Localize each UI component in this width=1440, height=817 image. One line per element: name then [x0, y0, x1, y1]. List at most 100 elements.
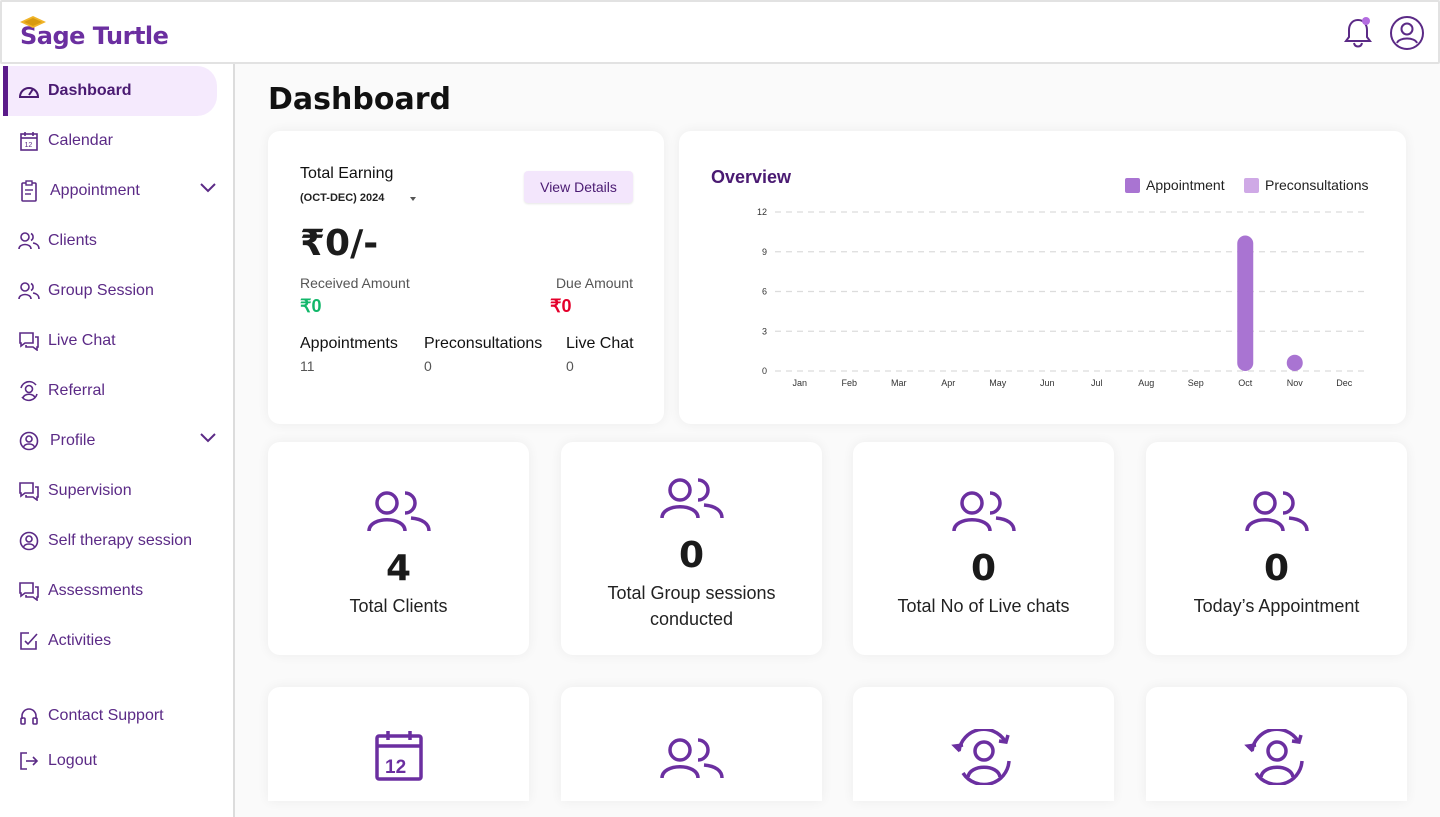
appointments-value: 11: [300, 358, 315, 374]
received-amount-value: ₹0: [300, 296, 322, 316]
y-tick-label: 12: [757, 207, 767, 217]
bell-icon[interactable]: [1343, 16, 1373, 48]
sidebar: Dashboard 12 Calendar Appointment Client…: [0, 64, 235, 817]
x-tick-label: Oct: [1238, 378, 1253, 388]
sidebar-item-label: Clients: [48, 232, 97, 249]
x-tick-label: Nov: [1287, 378, 1304, 388]
sidebar-item-clients[interactable]: Clients: [3, 216, 217, 266]
sidebar-item-supervision[interactable]: Supervision: [3, 466, 217, 516]
y-tick-label: 6: [762, 287, 767, 297]
overview-card: Overview Appointment Preconsultations 03…: [679, 131, 1406, 424]
sidebar-item-label: Self therapy session: [48, 532, 193, 549]
total-earning-amount: ₹0/-: [300, 223, 379, 264]
sidebar-item-label: Live Chat: [48, 332, 116, 349]
stat-card-referral-2[interactable]: [1146, 687, 1407, 801]
sidebar-item-label: Appointment: [50, 182, 140, 199]
period-select[interactable]: (OCT-DEC) 2024: [300, 192, 384, 204]
chat-icon: [18, 330, 40, 352]
appointments-label: Appointments: [300, 335, 398, 352]
y-tick-label: 3: [762, 326, 767, 336]
calendar-icon: 12: [18, 130, 40, 152]
x-tick-label: Aug: [1138, 378, 1154, 388]
x-tick-label: May: [989, 378, 1007, 388]
sidebar-item-label: Dashboard: [48, 82, 132, 99]
brand-logo[interactable]: Sage Turtle: [20, 14, 169, 50]
sidebar-item-label: Referral: [48, 382, 105, 399]
referral-icon: [18, 380, 40, 402]
sidebar-item-logout[interactable]: Logout: [3, 736, 217, 786]
sidebar-item-self-therapy-session[interactable]: Self therapy session: [3, 516, 217, 566]
logo-hat-icon: [20, 16, 46, 28]
stat-card-group-sessions[interactable]: 0 Total Group sessions conducted: [561, 442, 822, 655]
x-tick-label: Apr: [941, 378, 955, 388]
bar-appointment: [1286, 354, 1303, 371]
due-amount-value: ₹0: [550, 296, 572, 316]
chevron-down-icon[interactable]: [199, 182, 217, 194]
users-icon: [366, 491, 431, 532]
stat-card-live-chats[interactable]: 0 Total No of Live chats: [853, 442, 1114, 655]
received-amount-label: Received Amount: [300, 275, 410, 291]
earning-card: Total Earning (OCT-DEC) 2024 View Detail…: [268, 131, 664, 424]
caret-down-icon[interactable]: [410, 197, 416, 201]
stat-label: Total Group sessions conducted: [607, 583, 776, 629]
top-header: Sage Turtle: [0, 0, 1440, 64]
stat-label: Total Clients: [349, 596, 448, 616]
svg-text:12: 12: [25, 142, 33, 149]
users-icon: [951, 491, 1016, 532]
sidebar-item-label: Supervision: [48, 482, 132, 499]
stat-card-total-clients[interactable]: 4 Total Clients: [268, 442, 529, 655]
sidebar-item-label: Assessments: [48, 582, 144, 599]
users-icon: [659, 738, 724, 779]
user-circle-icon: [18, 530, 40, 552]
stat-card-referral-1[interactable]: [853, 687, 1114, 801]
chat-icon: [18, 480, 40, 502]
bar-appointment: [1237, 235, 1254, 371]
logout-icon: [18, 750, 40, 772]
headphones-icon: [18, 705, 40, 727]
stat-label: Total No of Live chats: [897, 596, 1070, 616]
users-icon: [1244, 491, 1309, 532]
preconsultations-label: Preconsultations: [424, 335, 543, 352]
svg-text:12: 12: [385, 757, 406, 778]
stat-number: 0: [970, 548, 997, 589]
users-icon: [18, 230, 40, 252]
stat-card-todays-appointment[interactable]: 0 Today’s Appointment: [1146, 442, 1407, 655]
y-tick-label: 9: [762, 247, 767, 257]
referral-icon: [1243, 729, 1304, 785]
sidebar-item-appointment[interactable]: Appointment: [3, 166, 217, 216]
sidebar-item-label: Contact Support: [48, 707, 164, 724]
stat-card-users[interactable]: [561, 687, 822, 801]
sidebar-item-contact-support[interactable]: Contact Support: [3, 691, 217, 741]
earning-title: Total Earning: [300, 165, 394, 182]
sidebar-item-activities[interactable]: Activities: [3, 616, 217, 666]
sidebar-item-live-chat[interactable]: Live Chat: [3, 316, 217, 366]
x-tick-label: Sep: [1188, 378, 1204, 388]
overview-bar-chart: 0 3 6 9 12 Jan Feb Mar Apr May Jun Jul Aug Sep Oct Nov D…: [757, 207, 1369, 388]
live-chat-label: Live Chat: [566, 335, 634, 352]
sidebar-item-profile[interactable]: Profile: [3, 416, 217, 466]
x-tick-label: Dec: [1336, 378, 1353, 388]
stat-number: 0: [678, 535, 705, 576]
page-title: Dashboard: [268, 82, 451, 117]
sidebar-item-dashboard[interactable]: Dashboard: [3, 66, 217, 116]
stat-number: 0: [1263, 548, 1290, 589]
user-circle-icon: [18, 430, 40, 452]
sidebar-item-label: Logout: [48, 752, 97, 769]
user-circle-icon[interactable]: [1389, 15, 1425, 51]
due-amount-label: Due Amount: [555, 275, 633, 291]
stat-number: 4: [385, 548, 412, 589]
stat-card-calendar[interactable]: 12: [268, 687, 529, 801]
sidebar-item-group-session[interactable]: Group Session: [3, 266, 217, 316]
sidebar-item-assessments[interactable]: Assessments: [3, 566, 217, 616]
sidebar-item-label: Calendar: [48, 132, 113, 149]
checkbox-icon: [18, 630, 40, 652]
chevron-down-icon[interactable]: [199, 432, 217, 444]
sidebar-item-referral[interactable]: Referral: [3, 366, 217, 416]
sidebar-item-calendar[interactable]: 12 Calendar: [3, 116, 217, 166]
stat-label: Today’s Appointment: [1193, 596, 1360, 616]
x-tick-label: Jun: [1040, 378, 1055, 388]
y-tick-label: 0: [762, 366, 767, 376]
users-icon: [18, 280, 40, 302]
view-details-button[interactable]: View Details: [524, 171, 633, 203]
live-chat-value: 0: [566, 358, 574, 374]
